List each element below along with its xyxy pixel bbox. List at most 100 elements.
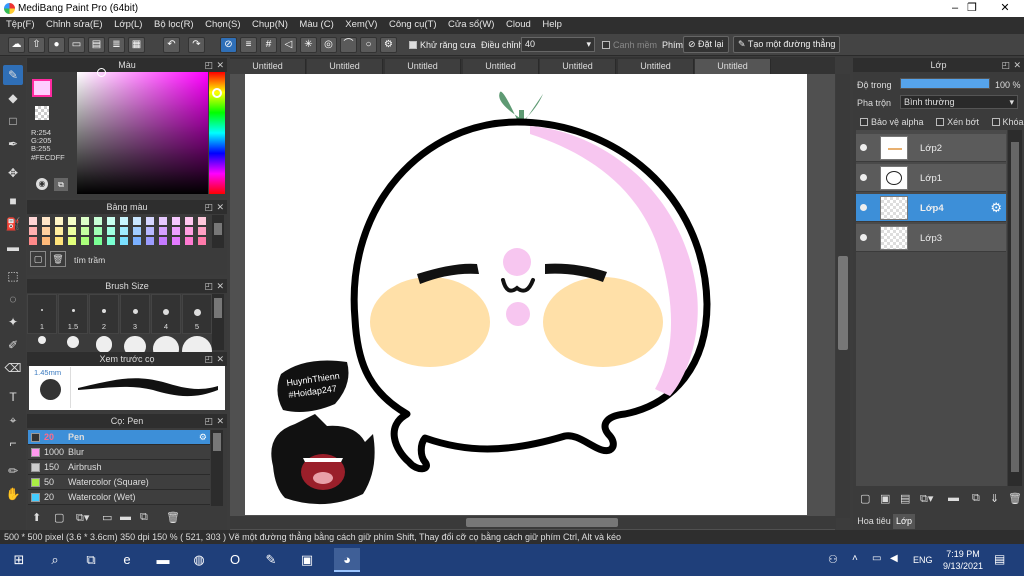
palette-swatch[interactable] xyxy=(172,237,180,245)
menu-color[interactable]: Màu (C) xyxy=(293,17,333,30)
menu-edit[interactable]: Chỉnh sửa(E) xyxy=(40,17,103,30)
dropper-tool-icon[interactable]: ⌐ xyxy=(3,433,23,453)
palette-swatch[interactable] xyxy=(68,227,76,235)
palette-swatch[interactable] xyxy=(146,227,154,235)
tab-navigator[interactable]: Hoa tiêu xyxy=(855,514,893,529)
tab-untitled-3[interactable]: Untitled xyxy=(385,59,461,74)
tab-untitled-4[interactable]: Untitled xyxy=(463,59,539,74)
palette-swatch[interactable] xyxy=(198,227,206,235)
gear-icon[interactable]: ⚙ xyxy=(199,430,207,445)
brush-size-scrollbar[interactable] xyxy=(212,294,224,350)
close-icon[interactable]: ✕ xyxy=(216,200,224,214)
trash-icon[interactable]: 🗑 xyxy=(166,511,180,524)
menu-layer[interactable]: Lớp(L) xyxy=(108,17,142,30)
fill-rect-tool-icon[interactable]: ■ xyxy=(3,191,23,211)
palette-swatch[interactable] xyxy=(146,217,154,225)
close-icon[interactable]: ✕ xyxy=(1013,58,1021,72)
layer-row-lop1[interactable]: Lớp1 xyxy=(856,164,1006,192)
palette-swatch[interactable] xyxy=(81,217,89,225)
people-icon[interactable]: ⚇ xyxy=(828,553,838,566)
folder-icon[interactable]: ▬ xyxy=(948,492,959,504)
brush-item[interactable]: 50 Watercolor (Square) xyxy=(28,475,210,490)
popout-icon[interactable]: ◰ xyxy=(204,58,213,72)
adjust-select[interactable]: 40 ▾ xyxy=(521,37,595,52)
brush-item[interactable]: 20 Watercolor (Wet) xyxy=(28,490,210,505)
hue-cursor[interactable] xyxy=(212,88,222,98)
add-palette-icon[interactable]: ▢ xyxy=(30,251,46,267)
grid-icon[interactable]: ▦ xyxy=(128,37,145,53)
copy-brush-icon[interactable]: ▭ xyxy=(102,511,112,524)
clock[interactable]: 7:19 PM 9/13/2021 xyxy=(940,548,986,572)
brush-size-cell[interactable]: 1.5 xyxy=(58,294,88,334)
network-icon[interactable]: ▭ xyxy=(872,553,881,564)
palette-swatch[interactable] xyxy=(133,227,141,235)
palette-swatch[interactable] xyxy=(42,227,50,235)
merge-layer-icon[interactable]: ⇓ xyxy=(990,492,999,505)
palette-swatch[interactable] xyxy=(120,237,128,245)
palette-swatch[interactable] xyxy=(81,227,89,235)
tab-layer[interactable]: Lớp xyxy=(893,514,915,529)
palette-swatch[interactable] xyxy=(133,217,141,225)
pen-tool-icon[interactable]: ✒ xyxy=(3,134,23,154)
tab-untitled-2[interactable]: Untitled xyxy=(307,59,383,74)
popout-icon[interactable]: ◰ xyxy=(1001,58,1010,72)
canvas-vertical-scrollbar[interactable] xyxy=(836,74,850,518)
palette-swatch[interactable] xyxy=(94,217,102,225)
palette-swatch[interactable] xyxy=(68,217,76,225)
comment-icon[interactable]: ● xyxy=(48,37,65,53)
radial-snap-icon[interactable]: ✳ xyxy=(300,37,317,53)
menu-filter[interactable]: Bộ lọc(R) xyxy=(148,17,194,30)
clipping-checkbox[interactable]: Xén bớt xyxy=(936,117,979,127)
palette-swatch[interactable] xyxy=(185,227,193,235)
brush-item[interactable]: 1000 Blur xyxy=(28,445,210,460)
select-eraser-icon[interactable]: ⌫ xyxy=(3,358,23,378)
menu-file[interactable]: Tệp(F) xyxy=(0,17,35,30)
layer-scroll-thumb[interactable] xyxy=(1011,142,1019,472)
blend-select[interactable]: Bình thường ▾ xyxy=(900,95,1018,109)
brush-list-scroll-thumb[interactable] xyxy=(213,433,221,451)
lock-checkbox[interactable]: Khóa xyxy=(991,117,1024,127)
list-icon[interactable]: ≣ xyxy=(108,37,125,53)
palette-swatch[interactable] xyxy=(198,217,206,225)
new-layer-icon[interactable]: ▢ xyxy=(860,492,870,505)
duplicate-icon[interactable]: ⧉ xyxy=(140,511,148,524)
brush-tool-icon[interactable]: ✎ xyxy=(3,65,23,85)
popout-icon[interactable]: ◰ xyxy=(204,414,213,428)
secondary-color-swatch[interactable] xyxy=(35,106,49,120)
search-icon[interactable]: ⌕ xyxy=(42,548,68,572)
vanish-snap-icon[interactable]: ◁ xyxy=(280,37,297,53)
maximize-button[interactable]: ❐ xyxy=(955,0,989,17)
new-1bit-layer-icon[interactable]: ▤ xyxy=(900,492,910,505)
palette-scroll-thumb[interactable] xyxy=(214,223,222,235)
popout-icon[interactable]: ◰ xyxy=(204,352,213,366)
protect-alpha-checkbox[interactable]: Bảo vệ alpha xyxy=(860,117,924,127)
zalo-icon[interactable]: ◍ xyxy=(186,548,212,572)
cloud-icon[interactable]: ☁ xyxy=(8,37,25,53)
close-icon[interactable]: ✕ xyxy=(216,352,224,366)
palette-swatch[interactable] xyxy=(94,227,102,235)
bucket-tool-icon[interactable]: ⛽ xyxy=(3,214,23,234)
popout-icon[interactable]: ◰ xyxy=(204,200,213,214)
magic-wand-icon[interactable]: ✦ xyxy=(3,312,23,332)
notification-icon[interactable]: ▤ xyxy=(994,552,1005,566)
palette-swatch[interactable] xyxy=(120,227,128,235)
snap-settings-icon[interactable]: ⚙ xyxy=(380,37,397,53)
straight-line-button[interactable]: ✎ Tạo một đường thẳng xyxy=(733,36,841,53)
grid-snap-icon[interactable]: # xyxy=(260,37,277,53)
menu-view[interactable]: Xem(V) xyxy=(339,17,377,30)
color-picker-icon[interactable]: ⧉ xyxy=(54,178,68,191)
brush-size-cell[interactable]: 3 xyxy=(120,294,150,334)
menu-select[interactable]: Chọn(S) xyxy=(199,17,240,30)
ellipse-snap-icon[interactable]: ○ xyxy=(360,37,377,53)
canvas-horizontal-scrollbar[interactable] xyxy=(230,516,836,529)
palette-icon[interactable]: ◉ xyxy=(36,178,48,190)
new-halftone-layer-icon[interactable]: ▣ xyxy=(880,492,890,505)
sv-cursor[interactable] xyxy=(97,68,106,77)
close-button[interactable]: ✕ xyxy=(988,0,1022,17)
layer-row-lop2[interactable]: Lớp2 xyxy=(856,134,1006,162)
palette-swatch[interactable] xyxy=(198,237,206,245)
gradient-tool-icon[interactable]: ▬ xyxy=(3,237,23,257)
palette-swatch[interactable] xyxy=(29,227,37,235)
palette-scrollbar[interactable] xyxy=(212,215,224,248)
game-icon[interactable]: ▣ xyxy=(294,548,320,572)
